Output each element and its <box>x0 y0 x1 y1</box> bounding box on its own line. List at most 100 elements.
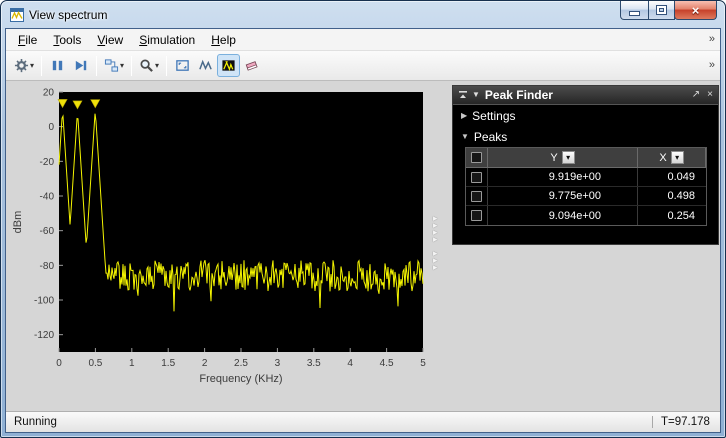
column-header-x: X <box>659 151 667 164</box>
client-area: File Tools View Simulation Help » ▾ ▾ ▾ … <box>5 28 721 433</box>
y-tick-label: -120 <box>34 330 54 341</box>
row-checkbox[interactable] <box>471 171 482 183</box>
x-tick-label: 2.5 <box>234 358 248 369</box>
figure-area: 20 0 -20 -40 -60 -80 -100 -120 0 0.5 1 1.5 2 2.5 3 3.5 4… <box>6 81 720 411</box>
filter-arrow-icon: ▾ <box>566 152 571 162</box>
window-icon <box>10 7 24 22</box>
peak-y-value: 9.094e+00 <box>548 209 601 222</box>
step-forward-button[interactable] <box>69 54 92 77</box>
x-tick-label: 0.5 <box>88 358 102 369</box>
x-filter-button[interactable]: ▾ <box>670 151 684 164</box>
step-forward-icon <box>75 60 87 71</box>
close-button[interactable]: × <box>674 1 717 20</box>
maximize-button[interactable] <box>648 1 675 20</box>
peak-x-value: 0.049 <box>667 171 695 183</box>
dropdown-arrow-icon: ▾ <box>155 61 160 70</box>
x-tick-label: 5 <box>420 358 426 369</box>
toolbar-overflow-icon[interactable]: » <box>709 60 720 71</box>
y-filter-button[interactable]: ▾ <box>561 151 575 164</box>
panel-close-icon[interactable]: × <box>707 90 713 100</box>
select-all-checkbox[interactable] <box>471 152 482 163</box>
x-tick-label: 0 <box>56 358 62 369</box>
row-checkbox[interactable] <box>471 210 482 221</box>
autoscale-icon <box>199 59 212 71</box>
menubar-overflow-icon[interactable]: » <box>709 34 720 45</box>
status-time: T=97.178 <box>652 416 712 428</box>
toolbar-separator <box>131 55 133 76</box>
y-tick-label: -20 <box>40 157 55 168</box>
dropdown-arrow-icon: ▾ <box>120 61 125 70</box>
toolbar: ▾ ▾ ▾ » <box>6 51 720 81</box>
menu-file[interactable]: File <box>10 30 45 50</box>
maximize-icon <box>657 6 666 14</box>
peaks-section-toggle[interactable]: ▼ Peaks <box>453 126 718 147</box>
fit-to-view-button[interactable] <box>171 54 194 77</box>
window-title: View spectrum <box>29 7 108 22</box>
peaks-section-label: Peaks <box>473 129 508 144</box>
close-icon: × <box>691 2 700 18</box>
y-tick-label: 0 <box>48 122 54 133</box>
menu-tools[interactable]: Tools <box>45 30 89 50</box>
row-checkbox[interactable] <box>471 190 482 202</box>
peaks-table: Y ▾ X ▾ 9.919e+00 0.049 9.775e+00 0.498 … <box>465 147 707 226</box>
pause-button[interactable] <box>46 54 69 77</box>
x-tick-label: 4 <box>347 358 353 369</box>
x-axis-label: Frequency (KHz) <box>199 373 282 385</box>
panel-splitter[interactable]: ▸ ▸ ▸ ▸ ▸ ▸ ▸ <box>433 214 438 272</box>
toolbar-separator <box>96 55 98 76</box>
toolbar-separator <box>41 55 43 76</box>
undock-panel-icon[interactable]: ↗ <box>692 90 700 100</box>
x-tick-label: 3.5 <box>307 358 321 369</box>
splitter-arrow-icon: ▸ <box>433 262 438 272</box>
zoom-button[interactable]: ▾ <box>136 54 162 77</box>
filter-arrow-icon: ▾ <box>675 152 680 162</box>
peak-finder-panel: ▼ Peak Finder ↗ × ▶ Settings ▼ Peaks Y ▾… <box>452 85 719 245</box>
peak-y-value: 9.919e+00 <box>548 171 601 183</box>
titlebar[interactable]: View spectrum × <box>1 1 725 28</box>
menu-simulation[interactable]: Simulation <box>131 30 203 50</box>
x-tick-label: 1.5 <box>161 358 175 369</box>
toolbar-separator <box>166 55 168 76</box>
simulink-blocks-icon <box>104 59 119 72</box>
peak-finder-header[interactable]: ▼ Peak Finder ↗ × <box>453 86 718 105</box>
peaks-table-header: Y ▾ X ▾ <box>466 148 706 168</box>
y-axis-label: dBm <box>12 211 24 234</box>
collapse-panel-icon[interactable]: ▼ <box>472 91 480 99</box>
magnifier-icon <box>140 59 153 72</box>
fit-to-view-icon <box>176 60 189 71</box>
status-running: Running <box>14 416 57 428</box>
collapsed-triangle-icon: ▶ <box>461 111 468 120</box>
autoscale-y-button[interactable] <box>194 54 217 77</box>
menu-help[interactable]: Help <box>203 30 244 50</box>
settings-button[interactable]: ▾ <box>11 54 37 77</box>
minimize-icon <box>630 12 639 15</box>
peak-finder-button[interactable] <box>217 54 241 77</box>
expanded-triangle-icon: ▼ <box>461 132 469 141</box>
dropdown-arrow-icon: ▾ <box>30 61 35 70</box>
settings-section-toggle[interactable]: ▶ Settings <box>453 105 718 126</box>
y-tick-label: -60 <box>40 226 55 237</box>
simulink-model-button[interactable]: ▾ <box>101 54 127 77</box>
menu-view[interactable]: View <box>89 30 131 50</box>
y-tick-label: -80 <box>40 261 55 272</box>
settings-section-label: Settings <box>472 108 516 123</box>
splitter-arrow-icon: ▸ <box>433 234 438 244</box>
spectrum-plot: 20 0 -20 -40 -60 -80 -100 -120 0 0.5 1 1.5 2 2.5 3 3.5 4… <box>12 88 426 386</box>
y-tick-label: -100 <box>34 296 54 307</box>
table-row: 9.919e+00 0.049 <box>466 168 706 187</box>
spectrum-plot-area[interactable] <box>59 92 423 352</box>
peaks-icon <box>222 60 235 72</box>
peak-x-value: 0.254 <box>667 209 695 222</box>
spectral-mask-button[interactable] <box>240 54 263 77</box>
y-tick-label: 20 <box>43 88 55 99</box>
x-tick-label: 4.5 <box>380 358 394 369</box>
statusbar: Running T=97.178 <box>6 411 720 432</box>
peak-y-value: 9.775e+00 <box>548 190 601 202</box>
table-row: 9.094e+00 0.254 <box>466 206 706 225</box>
dock-panel-icon[interactable] <box>458 90 468 100</box>
x-tick-label: 1 <box>129 358 135 369</box>
minimize-button[interactable] <box>620 1 649 20</box>
x-tick-label: 3 <box>275 358 281 369</box>
peak-x-value: 0.498 <box>667 190 695 202</box>
pause-icon <box>52 60 63 71</box>
